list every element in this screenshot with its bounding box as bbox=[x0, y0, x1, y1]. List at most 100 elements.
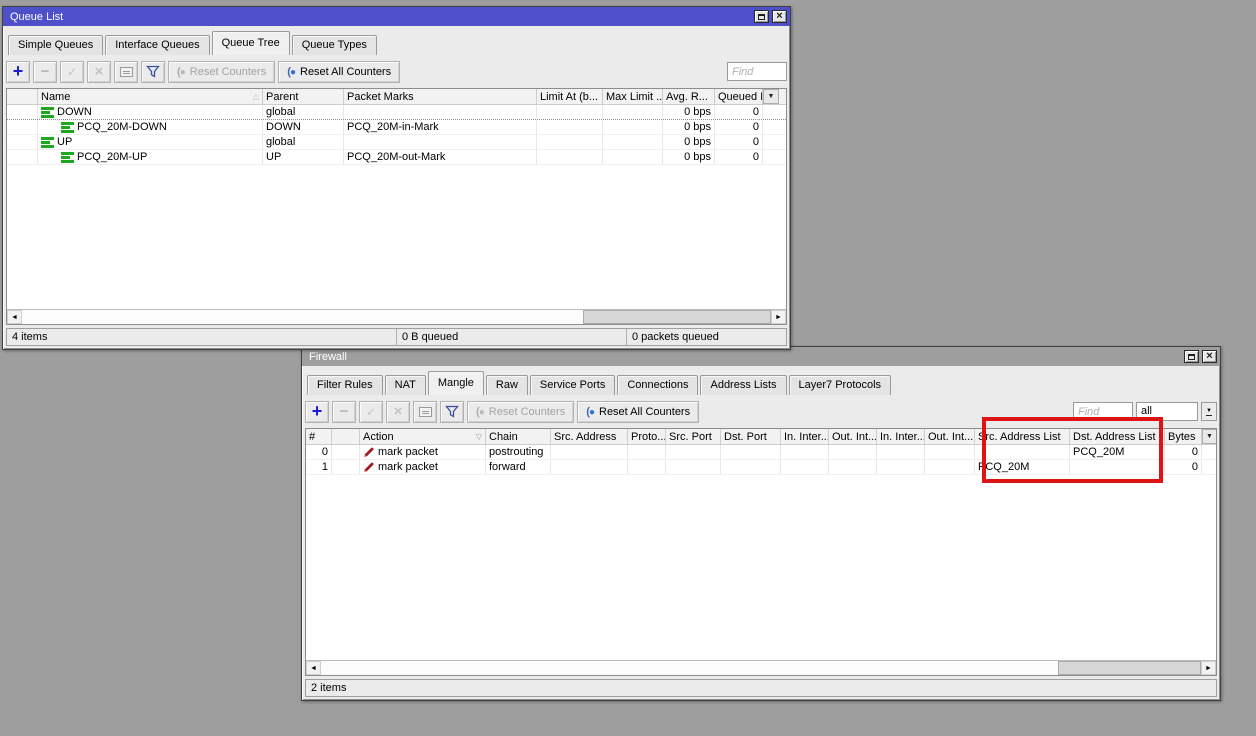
queue-row[interactable]: PCQ_20M-DOWN DOWN PCQ_20M-in-Mark 0 bps … bbox=[7, 120, 786, 135]
col-dst-address-list[interactable]: Dst. Address List bbox=[1070, 429, 1165, 444]
item-count: 4 items bbox=[7, 329, 396, 345]
cell-packet-marks bbox=[344, 105, 537, 119]
scroll-right-arrow[interactable] bbox=[1201, 661, 1216, 675]
queue-table: Name Parent Packet Marks Limit At (b... … bbox=[6, 88, 787, 325]
cell-src-port bbox=[666, 460, 721, 474]
comment-button[interactable] bbox=[413, 401, 437, 423]
col-in-interface[interactable]: In. Inter... bbox=[781, 429, 829, 444]
col-max-limit[interactable]: Max Limit ... bbox=[603, 89, 663, 104]
cell-avg-rate: 0 bps bbox=[663, 150, 715, 164]
cell-packet-marks bbox=[344, 135, 537, 149]
col-packet-marks[interactable]: Packet Marks bbox=[344, 89, 537, 104]
tab-interface-queues[interactable]: Interface Queues bbox=[105, 35, 209, 55]
col-queued-bytes[interactable]: Queued By bbox=[715, 89, 763, 104]
cell-max-limit bbox=[603, 120, 663, 134]
tab-raw[interactable]: Raw bbox=[486, 375, 528, 395]
cell-avg-rate: 0 bps bbox=[663, 120, 715, 134]
cell-queued-bytes: 0 bbox=[715, 150, 763, 164]
filter-select[interactable]: all bbox=[1136, 402, 1198, 421]
find-input[interactable] bbox=[1073, 402, 1133, 421]
reset-counters-button[interactable]: Reset Counters bbox=[168, 61, 275, 83]
queue-icon bbox=[61, 152, 74, 163]
find-input[interactable] bbox=[727, 62, 787, 81]
reset-all-counters-button[interactable]: Reset All Counters bbox=[278, 61, 400, 83]
reset-icon bbox=[476, 406, 485, 418]
filter-button[interactable] bbox=[141, 61, 165, 83]
disable-button[interactable] bbox=[87, 61, 111, 83]
col-bytes[interactable]: Bytes bbox=[1165, 429, 1202, 444]
remove-button[interactable] bbox=[33, 61, 57, 83]
col-src-port[interactable]: Src. Port bbox=[666, 429, 721, 444]
comment-button[interactable] bbox=[114, 61, 138, 83]
col-avg-rate[interactable]: Avg. R... bbox=[663, 89, 715, 104]
tab-mangle[interactable]: Mangle bbox=[428, 371, 484, 395]
col-chain[interactable]: Chain bbox=[486, 429, 551, 444]
cell-queued-bytes: 0 bbox=[715, 105, 763, 119]
add-button[interactable] bbox=[6, 61, 30, 83]
scrollbar-thumb[interactable] bbox=[583, 310, 771, 324]
tab-connections[interactable]: Connections bbox=[617, 375, 698, 395]
scroll-right-arrow[interactable] bbox=[771, 310, 786, 324]
col-protocol[interactable]: Proto... bbox=[628, 429, 666, 444]
tab-queue-tree[interactable]: Queue Tree bbox=[212, 31, 290, 55]
cell-name: DOWN bbox=[38, 105, 263, 119]
col-src-address[interactable]: Src. Address bbox=[551, 429, 628, 444]
reset-counters-button[interactable]: Reset Counters bbox=[467, 401, 574, 423]
col-gutter[interactable] bbox=[7, 89, 38, 104]
column-chooser-button[interactable] bbox=[1202, 429, 1217, 444]
firewall-row[interactable]: 1 mark packet forward PCQ_20M bbox=[306, 460, 1216, 475]
cell-limit-at bbox=[537, 120, 603, 134]
cell-max-limit bbox=[603, 135, 663, 149]
maximize-button[interactable] bbox=[754, 10, 769, 23]
cell-gutter bbox=[7, 135, 38, 149]
queue-row[interactable]: UP global 0 bps 0 bbox=[7, 135, 786, 150]
col-action[interactable]: Action bbox=[360, 429, 486, 444]
scrollbar-thumb[interactable] bbox=[1058, 661, 1201, 675]
close-icon[interactable] bbox=[772, 10, 787, 23]
horizontal-scrollbar[interactable] bbox=[306, 660, 1216, 675]
cell-gutter bbox=[7, 120, 38, 134]
col-gutter[interactable] bbox=[332, 429, 360, 444]
add-button[interactable] bbox=[305, 401, 329, 423]
queue-titlebar[interactable]: Queue List bbox=[3, 7, 790, 26]
col-out-interface-list[interactable]: Out. Int... bbox=[925, 429, 975, 444]
mark-packet-icon bbox=[363, 446, 375, 458]
col-src-address-list[interactable]: Src. Address List bbox=[975, 429, 1070, 444]
tab-nat[interactable]: NAT bbox=[385, 375, 426, 395]
enable-button[interactable] bbox=[359, 401, 383, 423]
scroll-left-arrow[interactable] bbox=[7, 310, 22, 324]
minus-icon bbox=[41, 63, 50, 80]
minus-icon bbox=[340, 403, 349, 420]
col-parent[interactable]: Parent bbox=[263, 89, 344, 104]
filter-dropdown-button[interactable] bbox=[1201, 402, 1217, 421]
reset-all-counters-button[interactable]: Reset All Counters bbox=[577, 401, 699, 423]
tab-layer7-protocols[interactable]: Layer7 Protocols bbox=[789, 375, 892, 395]
col-dst-port[interactable]: Dst. Port bbox=[721, 429, 781, 444]
tab-simple-queues[interactable]: Simple Queues bbox=[8, 35, 103, 55]
col-limit-at[interactable]: Limit At (b... bbox=[537, 89, 603, 104]
col-in-interface-list[interactable]: In. Inter... bbox=[877, 429, 925, 444]
firewall-row[interactable]: 0 mark packet postrouting PCQ_2 bbox=[306, 445, 1216, 460]
tab-service-ports[interactable]: Service Ports bbox=[530, 375, 615, 395]
horizontal-scrollbar[interactable] bbox=[7, 309, 786, 324]
col-num[interactable]: # bbox=[306, 429, 332, 444]
tab-queue-types[interactable]: Queue Types bbox=[292, 35, 377, 55]
cell-limit-at bbox=[537, 105, 603, 119]
cross-icon bbox=[95, 63, 104, 80]
cell-bytes: 0 bbox=[1165, 460, 1202, 474]
tab-filter-rules[interactable]: Filter Rules bbox=[307, 375, 383, 395]
scroll-left-arrow[interactable] bbox=[306, 661, 321, 675]
cell-limit-at bbox=[537, 135, 603, 149]
col-out-interface[interactable]: Out. Int... bbox=[829, 429, 877, 444]
col-name[interactable]: Name bbox=[38, 89, 263, 104]
close-icon[interactable] bbox=[1202, 350, 1217, 363]
filter-button[interactable] bbox=[440, 401, 464, 423]
column-chooser-button[interactable] bbox=[763, 89, 779, 104]
queue-row[interactable]: DOWN global 0 bps 0 bbox=[7, 105, 786, 120]
tab-address-lists[interactable]: Address Lists bbox=[700, 375, 786, 395]
maximize-button[interactable] bbox=[1184, 350, 1199, 363]
disable-button[interactable] bbox=[386, 401, 410, 423]
enable-button[interactable] bbox=[60, 61, 84, 83]
queue-row[interactable]: PCQ_20M-UP UP PCQ_20M-out-Mark 0 bps 0 bbox=[7, 150, 786, 165]
remove-button[interactable] bbox=[332, 401, 356, 423]
